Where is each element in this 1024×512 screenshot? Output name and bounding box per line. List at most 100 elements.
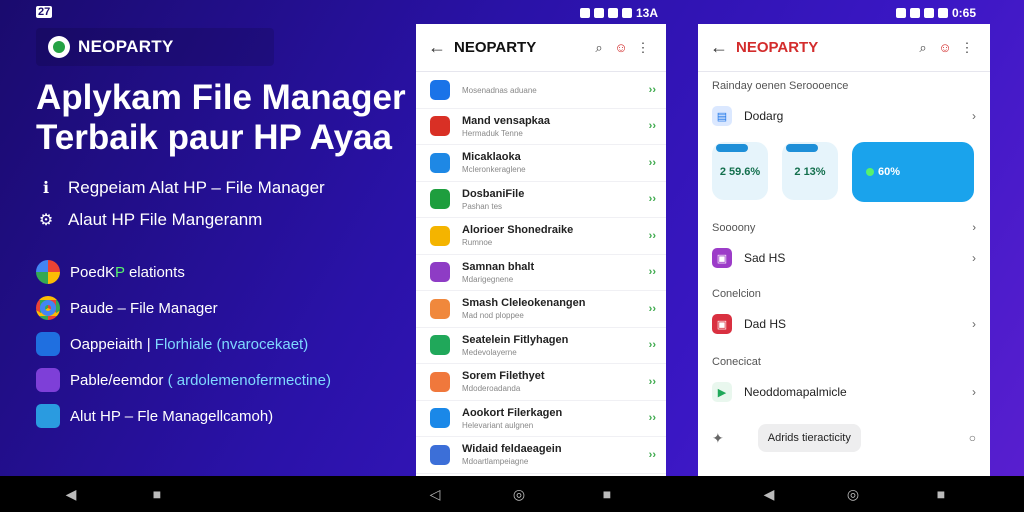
back-arrow-icon[interactable]: ← <box>428 37 454 58</box>
app-label: Paude – File Manager <box>70 299 218 317</box>
app-icon <box>430 444 450 465</box>
file-list-item-text: Micaklaoka Mcleronkeraglene <box>462 151 649 174</box>
file-list-item-text: Seatelein Fitlyhagen Medevolayerne <box>462 334 649 357</box>
file-list-item[interactable]: Samnan bhalt Mdarigegnene ›› <box>416 255 666 291</box>
file-list-item-text: Samnan bhalt Mdarigegnene <box>462 261 649 284</box>
chevron-right-icon: ›› <box>648 302 656 315</box>
more-icon[interactable]: ⋮ <box>632 40 654 56</box>
feature-text: Alaut HP File Mangeranm <box>68 210 263 229</box>
chevron-right-icon: ›› <box>648 339 656 352</box>
chevron-right-icon: ›› <box>648 193 656 206</box>
section-header: Conelcion <box>712 288 761 300</box>
headline-line-2: Terbaik paur HP Ayaa <box>36 118 392 157</box>
section-header: Rainday oenen Seroooence <box>712 80 849 92</box>
file-list-item-subtitle: Mosenadnas aduane <box>462 86 537 96</box>
file-list-item[interactable]: Smash Cleleokenangen Mad nod ploppee ›› <box>416 291 666 328</box>
storage-card-main[interactable]: 60% <box>852 142 974 202</box>
back-nav-icon[interactable]: ◁ <box>428 487 442 501</box>
chevron-right-icon: › <box>972 317 976 331</box>
signal-icon <box>924 8 934 18</box>
home-nav-icon[interactable]: ◎ <box>512 487 526 501</box>
app-icon <box>430 116 450 137</box>
file-list-item[interactable]: Alorioer Shonedraike Rumnoe ›› <box>416 218 666 255</box>
file-list-item-text: Widaid feldaeagein Mdoartlampeiagne <box>462 443 649 466</box>
brand-name: NEOPARTY <box>78 37 174 56</box>
app-item[interactable]: Alut HP – Fle Managellcamoh) <box>36 398 406 434</box>
chevron-right-icon: ›› <box>648 120 656 133</box>
user-icon[interactable]: ☺ <box>934 40 956 55</box>
file-list: Mosenadnas aduane ›› Mand vensapkaa Hermadu… <box>416 72 666 474</box>
file-list-item-subtitle: Helevariant aulgnen <box>462 420 534 430</box>
back-nav-icon[interactable]: ◀ <box>762 487 776 501</box>
recents-nav-icon[interactable]: ■ <box>934 487 948 501</box>
wifi-icon <box>594 8 604 18</box>
file-list-item-subtitle: Mdoartlampeiagne <box>462 457 529 467</box>
wifi-icon <box>910 8 920 18</box>
media-icon: ▣ <box>712 248 732 268</box>
search-icon[interactable]: ⌕ <box>588 40 610 56</box>
file-list-item[interactable]: Seatelein Fitlyhagen Medevolayerne ›› <box>416 328 666 364</box>
file-list-item[interactable]: Micaklaoka Mcleronkeraglene ›› <box>416 145 666 182</box>
home-nav-icon[interactable]: ■ <box>150 487 164 501</box>
file-list-item-title: Aookort Filerkagen <box>462 406 563 419</box>
storage-card[interactable]: 2 13% <box>782 142 838 200</box>
feature-item: ℹ Regpeiam Alat HP – File Manager <box>36 172 406 204</box>
file-list-item-title: Samnan bhalt <box>462 260 535 273</box>
app-icon: ▣ <box>712 314 732 334</box>
file-list-item[interactable]: Mand vensapkaa Hermaduk Tenne ›› <box>416 109 666 145</box>
play-icon: ▶ <box>712 382 732 402</box>
card-value: 2 13% <box>794 166 826 178</box>
card-chip <box>716 144 748 152</box>
app-icon <box>430 225 450 246</box>
app-icon <box>430 298 450 319</box>
feature-text: Regpeiam Alat HP – File Manager <box>68 178 325 197</box>
app-icon <box>430 262 450 283</box>
storage-card[interactable]: 2 59.6% <box>712 142 768 200</box>
app-item[interactable]: Paude – File Manager <box>36 290 406 326</box>
app-icon <box>36 332 60 356</box>
file-list-item-subtitle: Medevolayerne <box>462 347 517 357</box>
app-item[interactable]: Oappeiaith | Florhiale (nvarocekaet) <box>36 326 406 362</box>
file-list-item[interactable]: DosbaniFile Pashan tes ›› <box>416 182 666 218</box>
chrome-icon <box>36 296 60 320</box>
user-icon[interactable]: ☺ <box>610 40 632 55</box>
list-item[interactable]: ▶ Neoddomapalmicle › <box>698 374 990 410</box>
chevron-right-icon: ›› <box>648 375 656 388</box>
recents-nav-icon[interactable]: ■ <box>600 487 614 501</box>
file-list-item[interactable]: Widaid feldaeagein Mdoartlampeiagne ›› <box>416 437 666 474</box>
brand-logo-icon <box>48 36 70 58</box>
action-pill[interactable]: Adrids tieracticity <box>757 424 861 452</box>
file-list-item[interactable]: Sorem Filethyet Mdoderoadanda ›› <box>416 364 666 401</box>
file-list-item-title: Seatelein Fitlyhagen <box>462 333 569 346</box>
file-list-item-text: DosbaniFile Pashan tes <box>462 188 649 211</box>
app-item[interactable]: Pable/eemdor ( ardolemenofermectine) <box>36 362 406 398</box>
back-arrow-icon[interactable]: ← <box>710 37 736 58</box>
home-nav-icon[interactable]: ◎ <box>846 487 860 501</box>
hero-section: NEOPARTY Aplykam File Manager Terbaik pa… <box>36 28 406 434</box>
file-list-item-subtitle: Mdarigegnene <box>462 274 514 284</box>
file-list-item[interactable]: Mosenadnas aduane ›› <box>416 72 666 109</box>
google-icon <box>36 260 60 284</box>
chevron-right-icon: ›› <box>648 266 656 279</box>
location-icon <box>896 8 906 18</box>
list-item[interactable]: ▤ Dodarg › <box>698 98 990 134</box>
folder-icon: ▤ <box>712 106 732 126</box>
more-icon[interactable]: ⋮ <box>956 40 978 56</box>
chevron-right-icon: ›› <box>648 156 656 169</box>
back-nav-icon[interactable]: ◀ <box>64 487 78 501</box>
status-dot-icon <box>866 168 874 176</box>
app-item[interactable]: PoedKP elationts <box>36 254 406 290</box>
radio-icon[interactable]: ○ <box>969 431 976 445</box>
section-header[interactable]: Soooony › <box>698 216 990 240</box>
chevron-right-icon: ›› <box>648 83 656 96</box>
list-item[interactable]: ▣ Dad HS › <box>698 306 990 342</box>
brand-badge[interactable]: NEOPARTY <box>36 28 274 66</box>
list-item[interactable]: ▣ Sad HS › <box>698 240 990 276</box>
file-list-item[interactable]: Aookort Filerkagen Helevariant aulgnen ›› <box>416 401 666 437</box>
card-value: 2 59.6% <box>719 166 761 178</box>
file-list-item-title: Widaid feldaeagein <box>462 443 562 456</box>
file-list-item-title: DosbaniFile <box>462 187 525 200</box>
search-icon[interactable]: ⌕ <box>912 40 934 56</box>
phone-1: ← NEOPARTY ⌕ ☺ ⋮ Mosenadnas aduane ›› Mand… <box>416 24 666 476</box>
battery-icon <box>622 8 632 18</box>
